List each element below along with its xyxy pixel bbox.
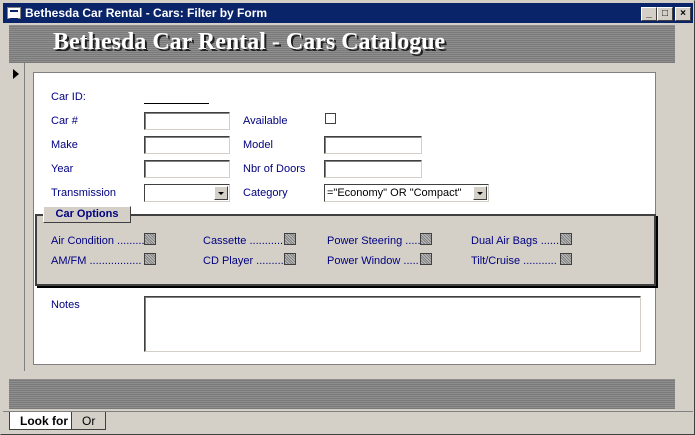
notes-field[interactable] [144, 296, 641, 352]
power-window-checkbox[interactable] [420, 253, 432, 265]
doors-field[interactable] [324, 160, 422, 178]
form-footer [9, 379, 675, 409]
tilt-cruise-checkbox[interactable] [560, 253, 572, 265]
window-title: Bethesda Car Rental - Cars: Filter by Fo… [25, 6, 268, 20]
form-header: Bethesda Car Rental - Cars Catalogue [9, 25, 675, 63]
year-label: Year [51, 163, 74, 175]
car-options-title: Car Options [43, 206, 131, 223]
am-fm-checkbox[interactable] [144, 253, 156, 265]
cassette-label: Cassette ........... [203, 235, 284, 247]
category-value: ="Economy" OR "Compact" [327, 187, 462, 199]
car-id-label: Car ID: [51, 91, 86, 103]
am-fm-label: AM/FM ................. [51, 255, 142, 267]
cd-player-checkbox[interactable] [284, 253, 296, 265]
tilt-cruise-label: Tilt/Cruise ........... [471, 255, 557, 267]
air-condition-checkbox[interactable] [144, 233, 156, 245]
tab-look-for[interactable]: Look for [9, 412, 79, 430]
cassette-checkbox[interactable] [284, 233, 296, 245]
minimize-button[interactable]: _ [641, 7, 657, 21]
title-bar[interactable]: Bethesda Car Rental - Cars: Filter by Fo… [3, 3, 693, 23]
car-number-label: Car # [51, 115, 78, 127]
car-id-field[interactable] [144, 103, 209, 104]
filter-tab-bar: Look for Or [3, 411, 693, 433]
power-window-label: Power Window ..... [327, 255, 419, 267]
power-steering-checkbox[interactable] [420, 233, 432, 245]
year-field[interactable] [144, 160, 230, 178]
transmission-combo[interactable] [144, 184, 230, 202]
dropdown-arrow-icon[interactable] [214, 186, 228, 200]
power-steering-label: Power Steering ..... [327, 235, 421, 247]
close-button[interactable]: × [675, 7, 691, 21]
model-field[interactable] [324, 136, 422, 154]
transmission-label: Transmission [51, 187, 116, 199]
access-window: Bethesda Car Rental - Cars: Filter by Fo… [0, 0, 695, 435]
form-icon[interactable] [7, 7, 21, 20]
dropdown-arrow-icon[interactable] [473, 186, 487, 200]
form-header-title: Bethesda Car Rental - Cars Catalogue [53, 29, 446, 55]
dual-air-bags-checkbox[interactable] [560, 233, 572, 245]
available-label: Available [243, 115, 288, 127]
category-combo[interactable]: ="Economy" OR "Compact" [324, 184, 489, 202]
car-options-frame [35, 214, 656, 286]
make-field[interactable] [144, 136, 230, 154]
tab-or[interactable]: Or [71, 412, 107, 430]
record-selector[interactable] [9, 63, 25, 371]
model-label: Model [243, 139, 273, 151]
maximize-button[interactable]: □ [657, 7, 673, 21]
notes-label: Notes [51, 299, 80, 311]
air-condition-label: Air Condition .......... [51, 235, 148, 247]
make-label: Make [51, 139, 78, 151]
record-selector-arrow-icon [13, 69, 19, 79]
cd-player-label: CD Player .......... [203, 255, 287, 267]
available-checkbox[interactable] [325, 113, 336, 124]
doors-label: Nbr of Doors [243, 163, 306, 175]
car-number-field[interactable] [144, 112, 230, 130]
category-label: Category [243, 187, 288, 199]
dual-air-bags-label: Dual Air Bags ...... [471, 235, 560, 247]
